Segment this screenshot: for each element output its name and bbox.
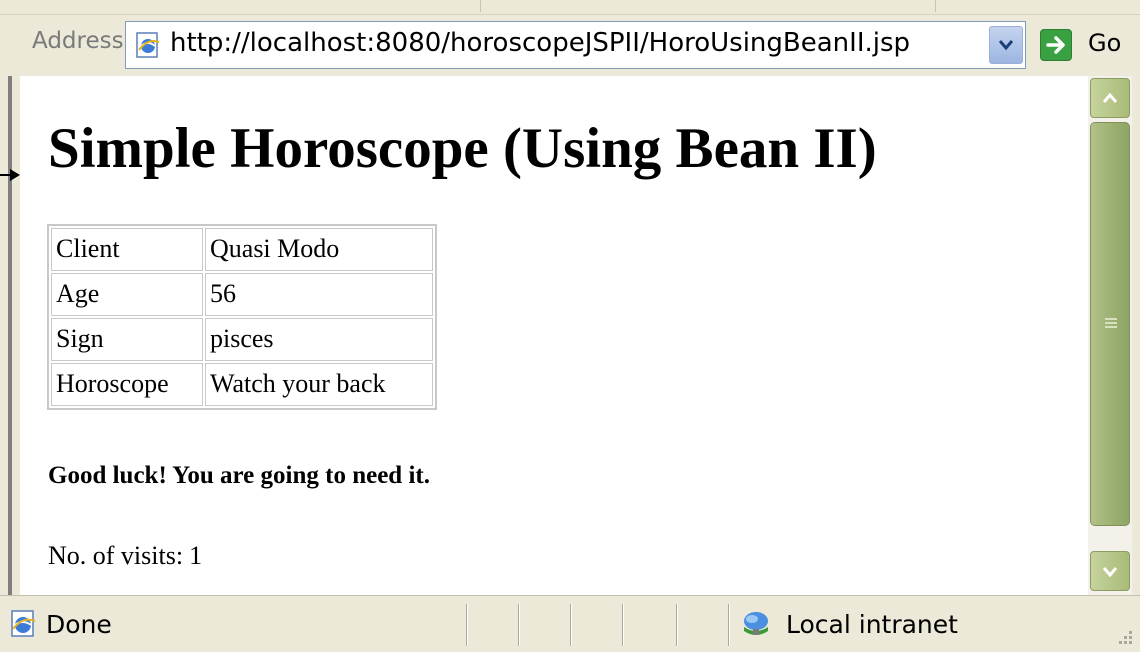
toolbar-separator xyxy=(935,0,936,12)
table-row: Age 56 xyxy=(51,273,433,316)
visit-counter: No. of visits: 1 xyxy=(48,541,202,571)
window-frame-left xyxy=(0,76,20,595)
resize-grip-icon[interactable] xyxy=(1114,626,1134,646)
table-cell-value: pisces xyxy=(205,318,433,361)
local-intranet-icon xyxy=(744,612,768,635)
scroll-thumb[interactable] xyxy=(1090,122,1130,526)
frame-border xyxy=(8,76,12,595)
status-separator xyxy=(570,604,572,646)
address-input[interactable]: http://localhost:8080/horoscopeJSPII/Hor… xyxy=(125,21,1026,69)
go-label: Go xyxy=(1088,29,1122,57)
status-separator xyxy=(622,604,624,646)
scroll-up-button[interactable] xyxy=(1090,78,1130,118)
status-bar: Done Local intranet xyxy=(0,595,1140,652)
page-content: Simple Horoscope (Using Bean II) Client … xyxy=(20,76,1088,595)
table-cell-key: Age xyxy=(51,273,203,316)
go-button[interactable]: Go xyxy=(1040,21,1140,69)
arrow-right-icon xyxy=(1040,29,1072,61)
status-text: Done xyxy=(46,610,112,639)
table-cell-key: Horoscope xyxy=(51,363,203,406)
horoscope-table: Client Quasi Modo Age 56 Sign pisces Hor… xyxy=(47,224,437,410)
status-separator xyxy=(676,604,678,646)
chevron-down-icon xyxy=(1102,567,1118,577)
status-separator xyxy=(466,604,468,646)
ie-page-icon xyxy=(11,610,36,637)
table-cell-key: Client xyxy=(51,228,203,271)
arrow-pointer-icon xyxy=(0,169,20,181)
chevron-down-icon xyxy=(999,40,1013,51)
table-row: Client Quasi Modo xyxy=(51,228,433,271)
address-bar: Address http://localhost:8080/horoscopeJ… xyxy=(0,15,1140,75)
table-row: Sign pisces xyxy=(51,318,433,361)
table-cell-key: Sign xyxy=(51,318,203,361)
visits-label: No. of visits: xyxy=(48,541,184,570)
address-label-text: Address xyxy=(32,28,124,54)
scroll-down-button[interactable] xyxy=(1090,551,1130,591)
vertical-scrollbar[interactable] xyxy=(1088,76,1132,595)
table-cell-value: Quasi Modo xyxy=(205,228,433,271)
toolbar-separator xyxy=(480,0,481,12)
table-cell-value: Watch your back xyxy=(205,363,433,406)
table-cell-value: 56 xyxy=(205,273,433,316)
visits-count: 1 xyxy=(189,541,203,570)
address-dropdown-button[interactable] xyxy=(989,26,1023,64)
address-label: Address xyxy=(32,28,124,54)
page-title: Simple Horoscope (Using Bean II) xyxy=(48,117,877,180)
ie-page-icon xyxy=(136,32,160,58)
grip-icon xyxy=(1105,318,1117,330)
table-row: Horoscope Watch your back xyxy=(51,363,433,406)
luck-message: Good luck! You are going to need it. xyxy=(48,462,430,489)
chevron-up-icon xyxy=(1102,92,1118,103)
toolbar-strip xyxy=(0,0,1140,15)
window-frame-right xyxy=(1132,76,1140,595)
status-separator xyxy=(518,604,520,646)
status-separator xyxy=(728,604,730,646)
zone-text: Local intranet xyxy=(786,610,958,639)
address-url: http://localhost:8080/horoscopeJSPII/Hor… xyxy=(170,28,911,58)
